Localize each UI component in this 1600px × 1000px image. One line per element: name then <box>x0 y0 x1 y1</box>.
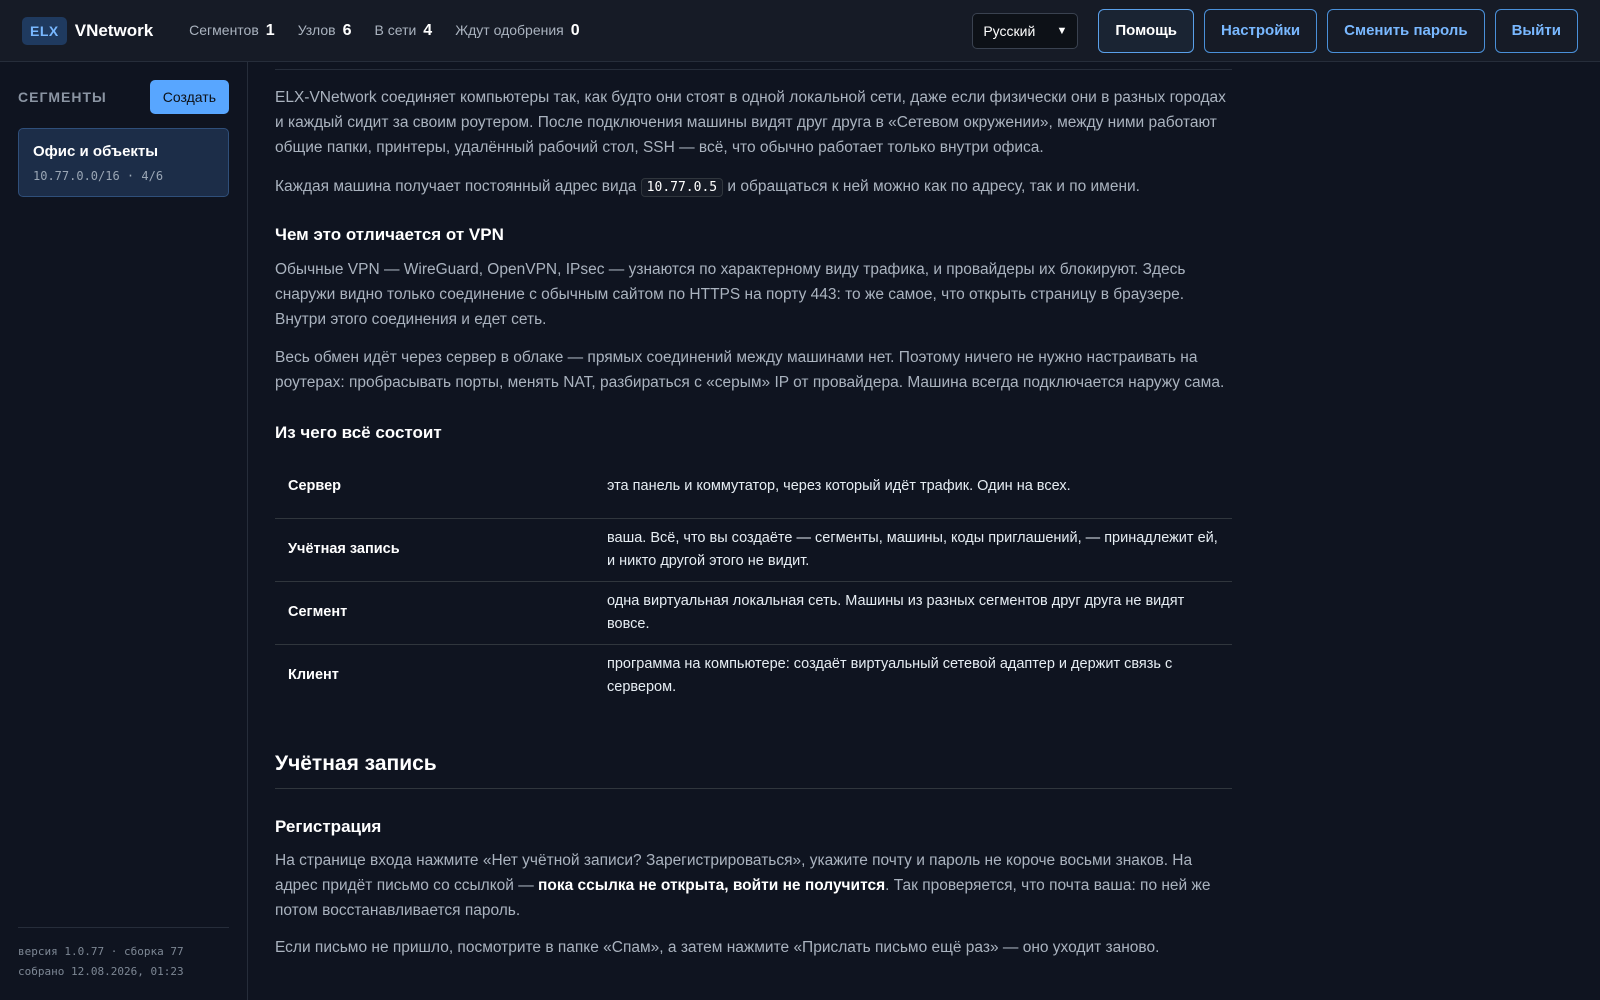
term-client: Клиент <box>288 667 339 683</box>
brand-badge: ELX <box>22 16 67 45</box>
help-button[interactable]: Помощь <box>1098 8 1195 53</box>
stat-value: 0 <box>570 21 580 39</box>
divider <box>275 69 1232 70</box>
stat-value: 6 <box>342 21 352 39</box>
stat-value: 4 <box>423 21 433 39</box>
definition: одна виртуальная локальная сеть. Машины … <box>601 581 1232 645</box>
stat-label: Сегментов <box>189 21 259 38</box>
change-password-button[interactable]: Сменить пароль <box>1327 8 1485 53</box>
help-content: ELX-VNetwork соединяет компьютеры так, к… <box>275 62 1232 1000</box>
stat-label: Ждут одобрения <box>455 21 564 38</box>
table-row: Клиент программа на компьютере: создаёт … <box>275 644 1232 707</box>
brand[interactable]: ELX VNetwork <box>22 16 154 45</box>
segment-item[interactable]: Офис и объекты 10.77.0.0/16 · 4/6 <box>18 128 229 197</box>
stat-label: В сети <box>374 21 417 38</box>
stat-nodes: Узлов 6 <box>298 22 352 40</box>
address-example: 10.77.0.5 <box>640 178 724 197</box>
address-text-before: Каждая машина получает постоянный адрес … <box>275 178 641 195</box>
settings-button[interactable]: Настройки <box>1204 8 1318 53</box>
parts-heading: Из чего всё состоит <box>275 423 442 442</box>
vpn-paragraph-1: Обычные VPN — WireGuard, OpenVPN, IPsec … <box>275 261 1186 328</box>
chevron-down-icon: ▼ <box>1056 24 1068 37</box>
sidebar: СЕГМЕНТЫ Создать Офис и объекты 10.77.0.… <box>0 62 248 1000</box>
language-select-value: Русский <box>983 22 1036 39</box>
term-account: Учётная запись <box>275 518 601 582</box>
version-info: версия 1.0.77 · сборка 77 <box>18 945 184 958</box>
term-server: Сервер <box>275 456 601 519</box>
brand-name: VNetwork <box>74 20 154 40</box>
stats: Сегментов 1 Узлов 6 В сети 4 Ждут одобре… <box>189 22 603 40</box>
language-select[interactable]: Русский ▼ <box>972 12 1079 49</box>
registration-paragraph-1: На странице входа нажмите «Нет учётной з… <box>275 848 1232 923</box>
stat-value: 1 <box>265 21 275 39</box>
registration-heading: Регистрация <box>275 816 382 836</box>
stat-pending: Ждут одобрения 0 <box>455 22 579 40</box>
build-date: собрано 12.08.2026, 01:23 <box>18 965 184 978</box>
definition: программа на компьютере: создаёт виртуал… <box>607 655 1173 695</box>
segment-meta: 10.77.0.0/16 · 4/6 <box>33 169 164 183</box>
definition: ваша. Всё, что вы создаёте — сегменты, м… <box>601 518 1232 582</box>
parts-table: Сервер эта панель и коммутатор, через ко… <box>275 456 1232 707</box>
sidebar-header: СЕГМЕНТЫ Создать <box>0 62 247 114</box>
stat-online: В сети 4 <box>375 22 433 40</box>
registration-paragraph-2: Если письмо не пришло, посмотрите в папк… <box>275 938 1160 956</box>
top-bar: ELX VNetwork Сегментов 1 Узлов 6 В сети … <box>0 0 1600 62</box>
sidebar-footer: версия 1.0.77 · сборка 77 собрано 12.08.… <box>18 927 229 982</box>
table-row: Сегмент одна виртуальная локальная сеть.… <box>275 581 1232 645</box>
vpn-heading: Чем это отличается от VPN <box>275 225 504 244</box>
stat-segments: Сегментов 1 <box>189 22 275 40</box>
top-actions: Русский ▼ Помощь Настройки Сменить парол… <box>972 8 1578 53</box>
table-row: Сервер эта панель и коммутатор, через ко… <box>275 456 1232 519</box>
table-row: Учётная запись ваша. Всё, что вы создаёт… <box>275 518 1232 582</box>
create-segment-button[interactable]: Создать <box>149 80 229 114</box>
address-text-after: и обращаться к ней можно как по адресу, … <box>723 178 1140 195</box>
registration-warning: пока ссылка не открыта, войти не получит… <box>538 876 886 894</box>
segment-name: Офис и объекты <box>33 143 159 160</box>
sidebar-title: СЕГМЕНТЫ <box>18 89 107 105</box>
account-section-heading: Учётная запись <box>275 752 1232 789</box>
term-segment: Сегмент <box>275 581 601 645</box>
logout-button[interactable]: Выйти <box>1494 8 1578 53</box>
stat-label: Узлов <box>297 21 336 38</box>
address-paragraph: Каждая машина получает постоянный адрес … <box>275 174 1232 200</box>
definition: эта панель и коммутатор, через который и… <box>601 456 1232 519</box>
intro-paragraph: ELX-VNetwork соединяет компьютеры так, к… <box>275 89 1226 156</box>
vpn-paragraph-2: Весь обмен идёт через сервер в облаке — … <box>275 349 1225 391</box>
